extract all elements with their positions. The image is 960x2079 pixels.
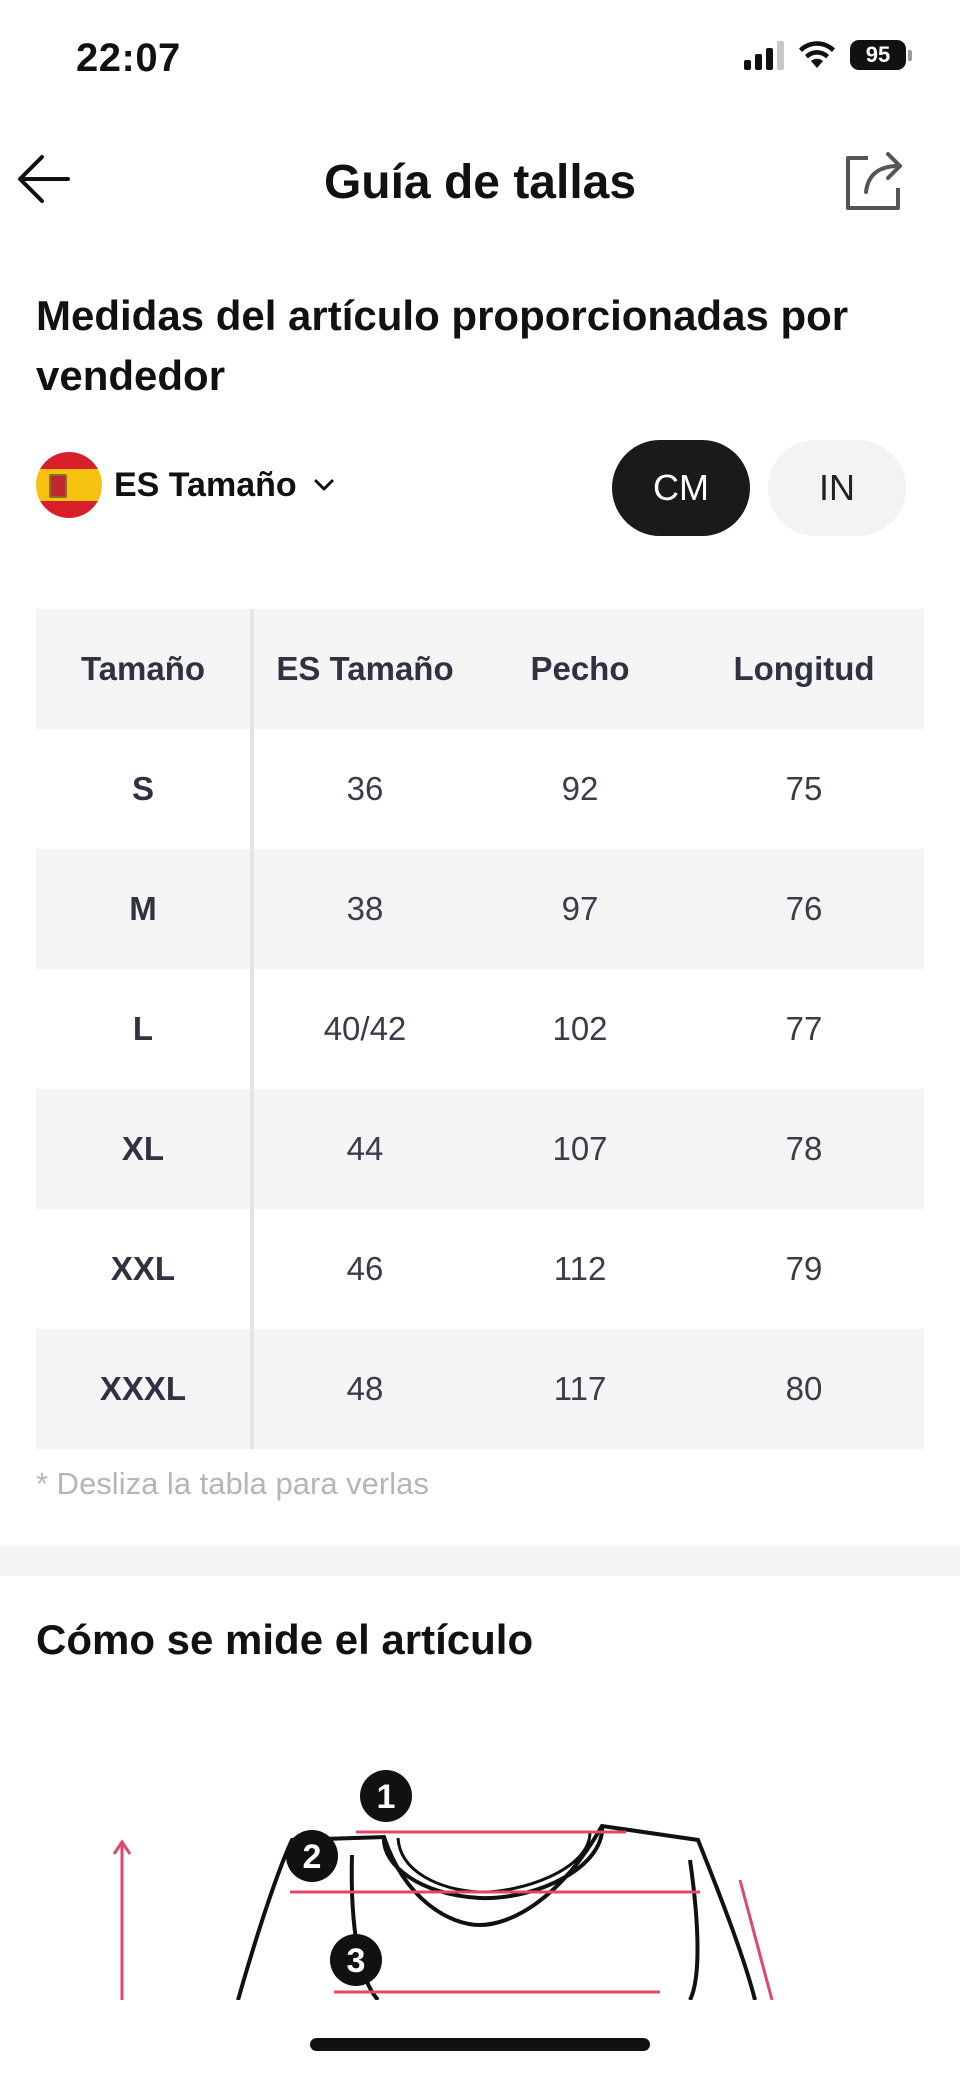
scroll-hint: * Desliza la tabla para verlas [36,1466,429,1501]
wifi-icon [799,41,835,68]
table-cell: XXL [36,1209,254,1329]
seller-measurements-title: Medidas del artículo proporcionadas por … [36,292,849,399]
battery-level: 95 [865,42,891,67]
table-cell: 44 [346,1130,384,1167]
size-system-label: ES Tamaño [114,465,297,504]
table-cell: 75 [785,770,823,807]
unit-cm-button[interactable]: CM [612,440,750,536]
size-system-selector[interactable]: ES Tamaño [36,452,335,518]
table-cell: 92 [561,770,599,807]
table-header-row: Tamaño ES Tamaño Pecho Longitud [36,609,924,729]
table-cell: 107 [552,1130,608,1167]
column-header-chest: Pecho [530,650,630,687]
table-cell: 38 [346,890,384,927]
column-header-es-size: ES Tamaño [276,650,454,687]
table-row: L 40/42 102 77 [36,969,924,1089]
table-row: M 38 97 76 [36,849,924,969]
spain-flag-icon [36,452,102,518]
status-icons: 95 [744,40,912,70]
table-cell: 78 [785,1130,823,1167]
status-time: 22:07 [76,36,181,80]
unit-in-button[interactable]: IN [768,440,906,536]
table-cell: 76 [785,890,823,927]
signal-icon [744,40,784,70]
table-row: XXL 46 112 79 [36,1209,924,1329]
collar-outline [381,1825,605,1901]
table-cell: XL [36,1089,254,1209]
table-cell: 80 [785,1370,823,1407]
table-cell: S [36,729,254,849]
table-cell: 97 [561,890,599,927]
garment-measurement-diagram: 1 2 3 [112,1770,774,2000]
column-header-size: Tamaño [36,609,254,729]
share-icon [846,152,902,210]
table-row: XL 44 107 78 [36,1089,924,1209]
table-row: XXXL 48 117 80 [36,1329,924,1449]
chevron-down-icon [314,479,334,491]
table-cell: 40/42 [323,1010,407,1047]
home-indicator[interactable] [310,2038,650,2051]
marker-label: 2 [303,1838,322,1876]
table-row: S 36 92 75 [36,729,924,849]
sleeve-measure-line [738,1879,774,2000]
size-table: Tamaño ES Tamaño Pecho Longitud S 36 92 … [36,609,924,1449]
table-cell: XXXL [36,1329,254,1449]
marker-label: 1 [377,1778,396,1816]
page-title: Guía de tallas [323,156,637,209]
table-cell: 102 [552,1010,608,1047]
table-cell: 79 [785,1250,823,1287]
section-divider [0,1546,960,1576]
table-cell: 46 [346,1250,384,1287]
share-button[interactable] [842,148,906,214]
table-cell: 36 [346,770,384,807]
table-cell: M [36,849,254,969]
marker-label: 3 [347,1942,366,1980]
table-cell: 112 [553,1250,607,1287]
battery-icon: 95 [850,40,906,70]
how-to-measure-title: Cómo se mide el artículo [36,1616,534,1663]
table-cell: 48 [346,1370,384,1407]
table-cell: L [36,969,254,1089]
table-cell: 117 [553,1370,607,1407]
column-header-length: Longitud [733,650,875,687]
table-cell: 77 [785,1010,823,1047]
body-line [688,1859,700,2000]
